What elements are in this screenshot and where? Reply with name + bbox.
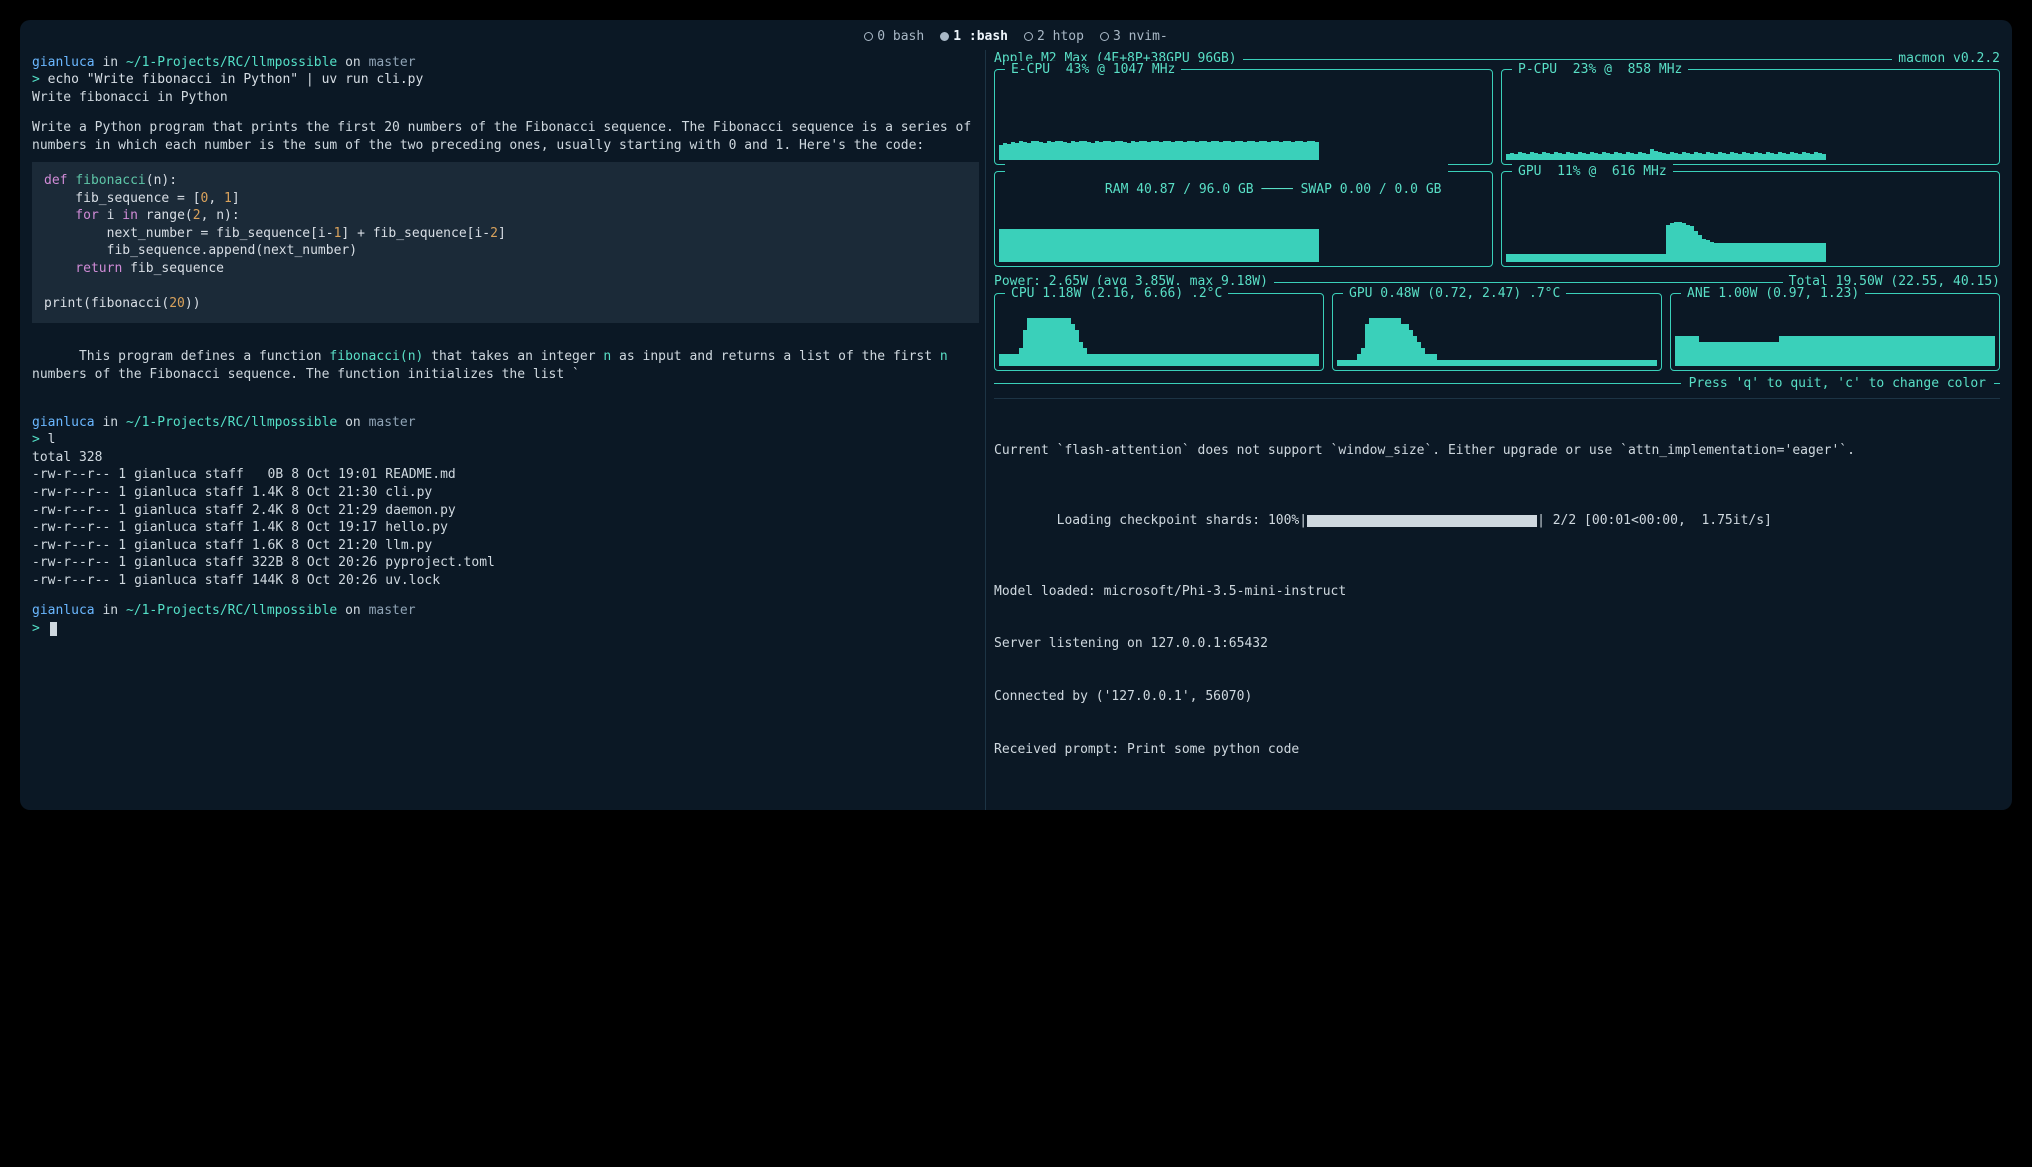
llm-description-2: This program defines a function fibonacc… <box>32 331 979 401</box>
code-block: def fibonacci(n): fib_sequence = [0, 1] … <box>32 162 979 322</box>
list-item: -rw-r--r--1gianlucastaff1.4K8 Oct 19:17h… <box>32 519 503 537</box>
progress-bar-icon <box>1307 515 1537 527</box>
prompt-path: ~/1-Projects/RC/llmpossible <box>126 55 337 70</box>
command-2: l <box>48 432 56 447</box>
log-line: Connected by ('127.0.0.1', 56070) <box>994 688 2000 706</box>
tab-indicator-icon <box>864 32 873 41</box>
command-line: > l <box>32 431 979 449</box>
log-line: Server listening on 127.0.0.1:65432 <box>994 635 2000 653</box>
tmux-tab-nvim-[interactable]: 3 nvim- <box>1100 29 1168 44</box>
list-item: -rw-r--r--1gianlucastaff1.6K8 Oct 21:20l… <box>32 537 503 555</box>
git-branch: master <box>369 55 416 70</box>
tmux-window: 0 bash 1 :bash 2 htop 3 nvim- gianluca in ~… <box>20 20 2012 810</box>
log-line: Received prompt: Print some python code <box>994 741 2000 759</box>
list-item: -rw-r--r--1gianlucastaff1.4K8 Oct 21:30c… <box>32 484 503 502</box>
list-item: -rw-r--r--1gianlucastaff0B8 Oct 19:01REA… <box>32 466 503 484</box>
graph-gpu-power: GPU 0.48W (0.72, 2.47) .7°C <box>1332 293 1662 371</box>
tab-indicator-icon <box>940 32 949 41</box>
prompt-line: gianluca in ~/1-Projects/RC/llmpossible … <box>32 602 979 620</box>
tab-indicator-icon <box>1024 32 1033 41</box>
echo-output: Write fibonacci in Python <box>32 89 979 107</box>
tmux-tab-bash[interactable]: 1 :bash <box>940 29 1008 44</box>
pane-right-column: Apple M2 Max (4E+8P+38GPU 96GB) macmon v… <box>986 50 2000 810</box>
list-item: -rw-r--r--1gianlucastaff144K8 Oct 20:26u… <box>32 572 503 590</box>
llm-description-1: Write a Python program that prints the f… <box>32 119 979 154</box>
pane-macmon[interactable]: Apple M2 Max (4E+8P+38GPU 96GB) macmon v… <box>994 50 2000 393</box>
graph-gpu: GPU 11% @ 616 MHz <box>1501 171 2000 267</box>
graph-ram: RAM 40.87 / 96.0 GB ──── SWAP 0.00 / 0.0… <box>994 171 1493 267</box>
ls-total: total 328 <box>32 449 979 467</box>
command-line: > echo "Write fibonacci in Python" | uv … <box>32 71 979 89</box>
tab-indicator-icon <box>1100 32 1109 41</box>
command-1: echo "Write fibonacci in Python" | uv ru… <box>48 72 424 87</box>
cursor-icon <box>50 622 57 636</box>
list-item: -rw-r--r--1gianlucastaff2.4K8 Oct 21:29d… <box>32 502 503 520</box>
macmon-hint: Press 'q' to quit, 'c' to change color <box>994 375 2000 393</box>
prompt-line: gianluca in ~/1-Projects/RC/llmpossible … <box>32 54 979 72</box>
log-line: Model loaded: microsoft/Phi-3.5-mini-ins… <box>994 583 2000 601</box>
pane-server-log[interactable]: Current `flash-attention` does not suppo… <box>994 398 2000 810</box>
graph-ane-power: ANE 1.00W (0.97, 1.23) <box>1670 293 2000 371</box>
graph-cpu-power: CPU 1.18W (2.16, 6.66) .2°C <box>994 293 1324 371</box>
graph-ecpu: E-CPU 43% @ 1047 MHz <box>994 69 1493 165</box>
graph-pcpu: P-CPU 23% @ 858 MHz <box>1501 69 2000 165</box>
command-line-active[interactable]: > <box>32 620 979 638</box>
list-item: -rw-r--r--1gianlucastaff322B8 Oct 20:26p… <box>32 554 503 572</box>
prompt-user: gianluca <box>32 55 95 70</box>
prompt-line: gianluca in ~/1-Projects/RC/llmpossible … <box>32 414 979 432</box>
tmux-tab-htop[interactable]: 2 htop <box>1024 29 1084 44</box>
tmux-tabbar: 0 bash 1 :bash 2 htop 3 nvim- <box>32 28 2000 50</box>
pane-shell[interactable]: gianluca in ~/1-Projects/RC/llmpossible … <box>32 50 986 810</box>
ls-listing: -rw-r--r--1gianlucastaff0B8 Oct 19:01REA… <box>32 466 503 589</box>
log-progress: Loading checkpoint shards: 100%|| 2/2 [0… <box>994 495 2000 548</box>
tmux-tab-bash[interactable]: 0 bash <box>864 29 924 44</box>
log-line: Current `flash-attention` does not suppo… <box>994 442 2000 460</box>
